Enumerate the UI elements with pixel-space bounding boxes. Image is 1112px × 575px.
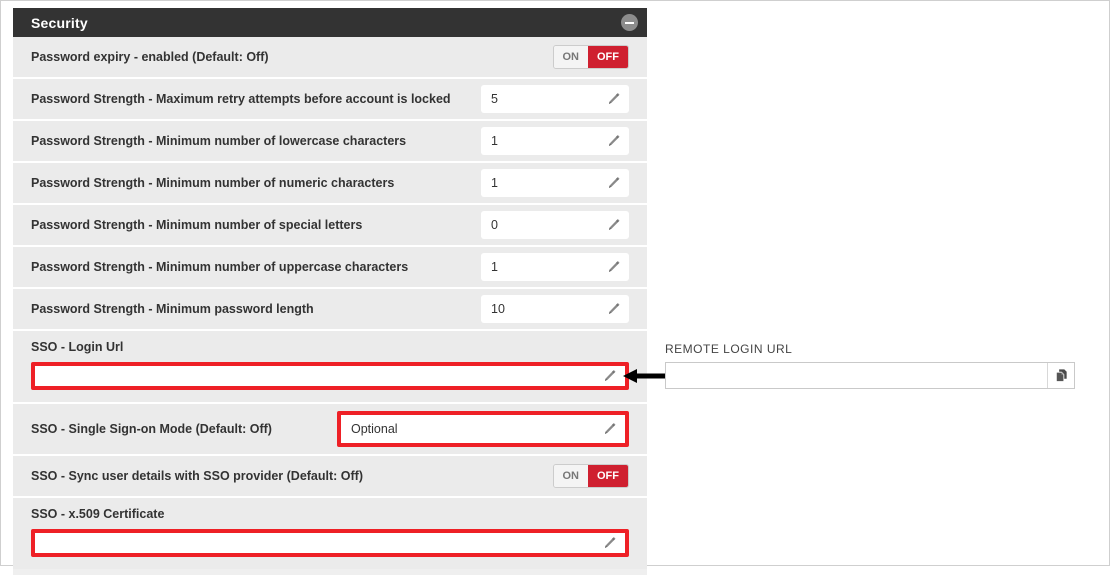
value-input-max-retry[interactable]: 5 <box>481 85 629 113</box>
pencil-icon[interactable] <box>602 422 617 437</box>
pencil-icon[interactable] <box>606 302 621 317</box>
pencil-icon[interactable] <box>606 134 621 149</box>
pencil-icon[interactable] <box>606 92 621 107</box>
minus-circle-icon[interactable] <box>621 14 638 31</box>
security-settings-panel: Security Password expiry - enabled (Defa… <box>13 8 647 575</box>
setting-row-password-expiry: Password expiry - enabled (Default: Off)… <box>13 37 647 79</box>
toggle-password-expiry[interactable]: ON OFF <box>552 45 629 69</box>
toggle-on-label[interactable]: ON <box>553 465 588 487</box>
value-input-sso-certificate[interactable] <box>31 529 629 557</box>
setting-label: Password Strength - Maximum retry attemp… <box>31 91 451 106</box>
remote-login-url-field[interactable] <box>665 362 1075 389</box>
setting-label: SSO - Single Sign-on Mode (Default: Off) <box>31 421 272 436</box>
setting-label: Password Strength - Minimum password len… <box>31 301 314 316</box>
value-input-min-special[interactable]: 0 <box>481 211 629 239</box>
toggle-off-label[interactable]: OFF <box>588 46 628 68</box>
pencil-icon[interactable] <box>606 218 621 233</box>
toggle-off-label[interactable]: OFF <box>588 465 628 487</box>
app-canvas: Security Password expiry - enabled (Defa… <box>0 0 1110 575</box>
value-text: Optional <box>351 422 398 436</box>
value-input-min-numeric[interactable]: 1 <box>481 169 629 197</box>
value-text: 1 <box>491 176 498 190</box>
value-input-min-lowercase[interactable]: 1 <box>481 127 629 155</box>
panel-header: Security <box>13 8 647 37</box>
value-text: 0 <box>491 218 498 232</box>
toggle-on-label[interactable]: ON <box>553 46 588 68</box>
setting-label: SSO - Sync user details with SSO provide… <box>31 468 364 483</box>
setting-row-sso-login-url: SSO - Login Url <box>13 331 647 404</box>
value-input-sso-login-url[interactable] <box>31 362 629 390</box>
setting-label: SSO - Login Url <box>31 340 124 354</box>
setting-row-min-length: Password Strength - Minimum password len… <box>13 289 647 331</box>
setting-row-min-special: Password Strength - Minimum number of sp… <box>13 205 647 247</box>
setting-label: Password Strength - Minimum number of lo… <box>31 133 407 148</box>
setting-label: Password Strength - Minimum number of sp… <box>31 217 363 232</box>
value-input-min-length[interactable]: 10 <box>481 295 629 323</box>
setting-row-min-uppercase: Password Strength - Minimum number of up… <box>13 247 647 289</box>
value-text: 1 <box>491 134 498 148</box>
toggle-sso-sync[interactable]: ON OFF <box>552 464 629 488</box>
pencil-icon[interactable] <box>606 260 621 275</box>
value-input-min-uppercase[interactable]: 1 <box>481 253 629 281</box>
value-text: 10 <box>491 302 505 316</box>
setting-row-sso-sync: SSO - Sync user details with SSO provide… <box>13 456 647 498</box>
setting-label: Password Strength - Minimum number of up… <box>31 259 409 274</box>
value-text: 5 <box>491 92 498 106</box>
remote-login-url-label: REMOTE LOGIN URL <box>665 342 793 356</box>
pencil-icon[interactable] <box>606 176 621 191</box>
setting-row-min-numeric: Password Strength - Minimum number of nu… <box>13 163 647 205</box>
panel-body: Password expiry - enabled (Default: Off)… <box>13 37 647 575</box>
pencil-icon[interactable] <box>602 369 617 384</box>
remote-login-url-group: REMOTE LOGIN URL <box>665 342 1075 389</box>
copy-icon <box>1055 369 1067 383</box>
setting-label: Password expiry - enabled (Default: Off) <box>31 49 269 64</box>
setting-row-sso-certificate: SSO - x.509 Certificate <box>13 498 647 569</box>
value-text: 1 <box>491 260 498 274</box>
setting-row-min-lowercase: Password Strength - Minimum number of lo… <box>13 121 647 163</box>
remote-login-url-input[interactable] <box>666 363 1047 388</box>
value-input-sso-mode[interactable]: Optional <box>337 411 629 447</box>
page-title: Security <box>31 14 88 31</box>
pencil-icon[interactable] <box>602 536 617 551</box>
setting-label: SSO - x.509 Certificate <box>31 507 165 521</box>
setting-label: Password Strength - Minimum number of nu… <box>31 175 395 190</box>
setting-row-sso-mode: SSO - Single Sign-on Mode (Default: Off)… <box>13 404 647 456</box>
minus-glyph <box>625 21 634 24</box>
copy-button[interactable] <box>1047 363 1074 388</box>
setting-row-max-retry: Password Strength - Maximum retry attemp… <box>13 79 647 121</box>
